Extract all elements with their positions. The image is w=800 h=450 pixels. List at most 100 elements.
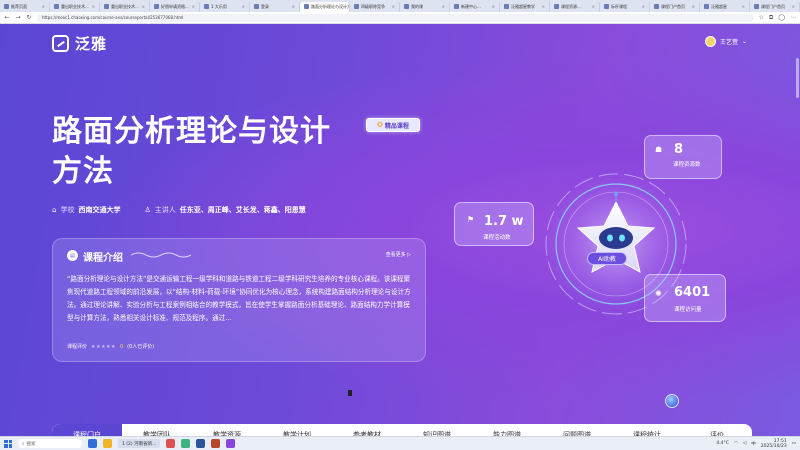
browser-tab[interactable]: 登录 × [250,1,300,12]
course-nav-tab[interactable]: 知识图谱 [402,424,472,436]
course-nav-tab[interactable]: 课程门户 [52,424,122,436]
word-app-icon[interactable] [196,439,206,448]
browser-app-icon[interactable] [88,439,97,448]
weather-text[interactable]: 4.4°C [716,441,729,446]
course-portal-page: 泛雅 王艺萱 ⌄ 路面分析理论与设计方法 ✪ 精品课程 ⌂ 学校 西南交通大学 … [0,24,800,436]
close-tab-icon[interactable]: × [742,4,745,9]
browser-tab[interactable]: 重出职业技术... × [100,1,150,12]
system-tray: 4.4°C ◠ ◁ 中 17:51 2025/10/23 ▭ [716,439,796,449]
browser-tab[interactable]: 四级职称竞争 × [350,1,400,12]
course-nav-tab[interactable]: 课程统计 [612,424,682,436]
see-more-link[interactable]: 查看更多 ▷ [386,251,411,258]
course-nav-tab[interactable]: 教学计划 [262,424,332,436]
taskbar-search-placeholder: 搜索 [26,441,36,447]
wifi-icon[interactable]: ◠ [734,441,738,446]
forward-icon[interactable]: → [15,14,21,21]
course-nav-tab[interactable]: 评价 [682,424,752,436]
bookmark-icon[interactable]: ☆ [759,14,764,21]
stat-visits-label: 课程访问量 [674,307,702,313]
browser-tab-label: 好朋申请资格... [161,3,189,9]
course-meta: ⌂ 学校 西南交通大学 ♙ 主讲人 任东亚、周正峰、艾长发、蒋鑫、阳恩慧 [52,205,306,215]
close-tab-icon[interactable]: × [592,4,595,9]
mouse-cursor-icon [348,390,352,396]
clock[interactable]: 17:51 2025/10/23 [761,439,787,449]
close-tab-icon[interactable]: × [292,4,295,9]
close-tab-icon[interactable]: × [192,4,195,9]
windows-start-icon[interactable] [4,439,12,448]
fanya-logo-icon [52,35,69,52]
stat-resources-card: ☗ 8 课程资源数 [644,135,722,179]
course-nav-tab[interactable]: 教学资源 [192,424,262,436]
reload-icon[interactable]: ↻ [26,14,32,21]
browser-tab-label: 登录 [261,3,269,9]
tab-favicon-icon [754,4,759,9]
rating-stars[interactable]: ★★★★★ [91,344,116,350]
profile-icon[interactable]: ◯ [778,14,785,21]
close-tab-icon[interactable]: × [142,4,145,9]
close-tab-icon[interactable]: × [42,4,45,9]
wechat-app-icon[interactable] [181,439,191,448]
close-tab-icon[interactable]: × [642,4,645,9]
browser-tab-label: 标杆课程 [611,3,627,9]
taskbar-search[interactable]: ⌕ 搜索 [18,439,82,448]
browser-tab[interactable]: 标杆课程 × [600,1,650,12]
browser-tab-label: 课程门户首页 [761,3,785,9]
quality-course-label: 精品课程 [384,122,409,130]
ai-assistant-label[interactable]: AI助教 [587,252,627,265]
close-tab-icon[interactable]: × [542,4,545,9]
lecturer-label: 主讲人 [154,206,176,214]
browser-tab[interactable]: 我的课 × [400,1,450,12]
browser-tab[interactable]: 新建中心... × [450,1,500,12]
browser-tab[interactable]: 重出职业技术... × [50,1,100,12]
back-icon[interactable]: ← [4,14,10,21]
extensions-icon[interactable]: ⧉ [769,14,773,22]
browser-tab[interactable]: 课程门户首页 × [650,1,700,12]
browser-tab[interactable]: 好朋申请资格... × [150,1,200,12]
folder-app-icon[interactable] [103,439,112,448]
app-icon-purple[interactable] [226,439,236,448]
browser-tab[interactable]: 课程资源... × [550,1,600,12]
browser-tab[interactable]: 路面分析理论与设计方法× [300,1,350,12]
url-input[interactable]: https://mooc1.chaoxing.com/course-ans/co… [37,13,754,22]
close-tab-icon[interactable]: × [692,4,695,9]
notification-icon[interactable]: ▭ [792,441,796,446]
taskbar-window-item[interactable]: 1 (2) 河南省新... [118,439,161,448]
browser-tab-label: 泛雅超星 [711,3,727,9]
user-menu[interactable]: 王艺萱 ⌄ [705,36,747,47]
menu-icon[interactable]: ⋯ [790,14,796,21]
chevron-down-icon: ⌄ [742,38,748,45]
browser-tabs: 推荐页面 × 重出职业技术... × 重出职业技术... × 好朋申请资格... × 1 大乐用… [0,1,800,12]
tab-favicon-icon [604,4,609,9]
close-tab-icon[interactable]: × [92,4,95,9]
app-icon-red[interactable] [166,439,176,448]
tab-favicon-icon [654,4,659,9]
course-nav-tab[interactable]: 教学团队 [122,424,192,436]
browser-tab-label: 路面分析理论与设计方法 [311,3,349,9]
close-tab-icon[interactable]: × [792,4,795,9]
browser-tab[interactable]: 推荐页面 × [0,1,50,12]
brand[interactable]: 泛雅 [52,33,107,54]
tab-favicon-icon [404,4,409,9]
close-tab-icon[interactable]: × [492,4,495,9]
browser-tab[interactable]: 泛雅超星教学 × [500,1,550,12]
close-tab-icon[interactable]: × [392,4,395,9]
tab-favicon-icon [304,4,309,9]
course-nav-tab[interactable]: 参考教材 [332,424,402,436]
course-nav-tab[interactable]: 问题图谱 [542,424,612,436]
floating-assistant-button[interactable] [665,394,679,408]
course-nav-tab[interactable]: 能力图谱 [472,424,542,436]
volume-icon[interactable]: ◁ [743,441,746,446]
close-tab-icon[interactable]: × [242,4,245,9]
page-scrollbar[interactable] [796,58,799,98]
browser-tab[interactable]: 泛雅超星 × [700,1,750,12]
stat-visits-card: ✺ 6401 课程访问量 [644,274,726,322]
browser-tab-label: 重出职业技术... [61,3,89,9]
browser-tab[interactable]: 1 大乐用 × [200,1,250,12]
rating-score: 0 [119,343,124,350]
brand-name: 泛雅 [75,35,108,53]
browser-address-bar: ← → ↻ https://mooc1.chaoxing.com/course-… [0,12,800,24]
powerpoint-app-icon[interactable] [211,439,221,448]
close-tab-icon[interactable]: × [442,4,445,9]
input-language[interactable]: 中 [751,441,756,447]
browser-tab[interactable]: 课程门户首页 × [750,1,800,12]
